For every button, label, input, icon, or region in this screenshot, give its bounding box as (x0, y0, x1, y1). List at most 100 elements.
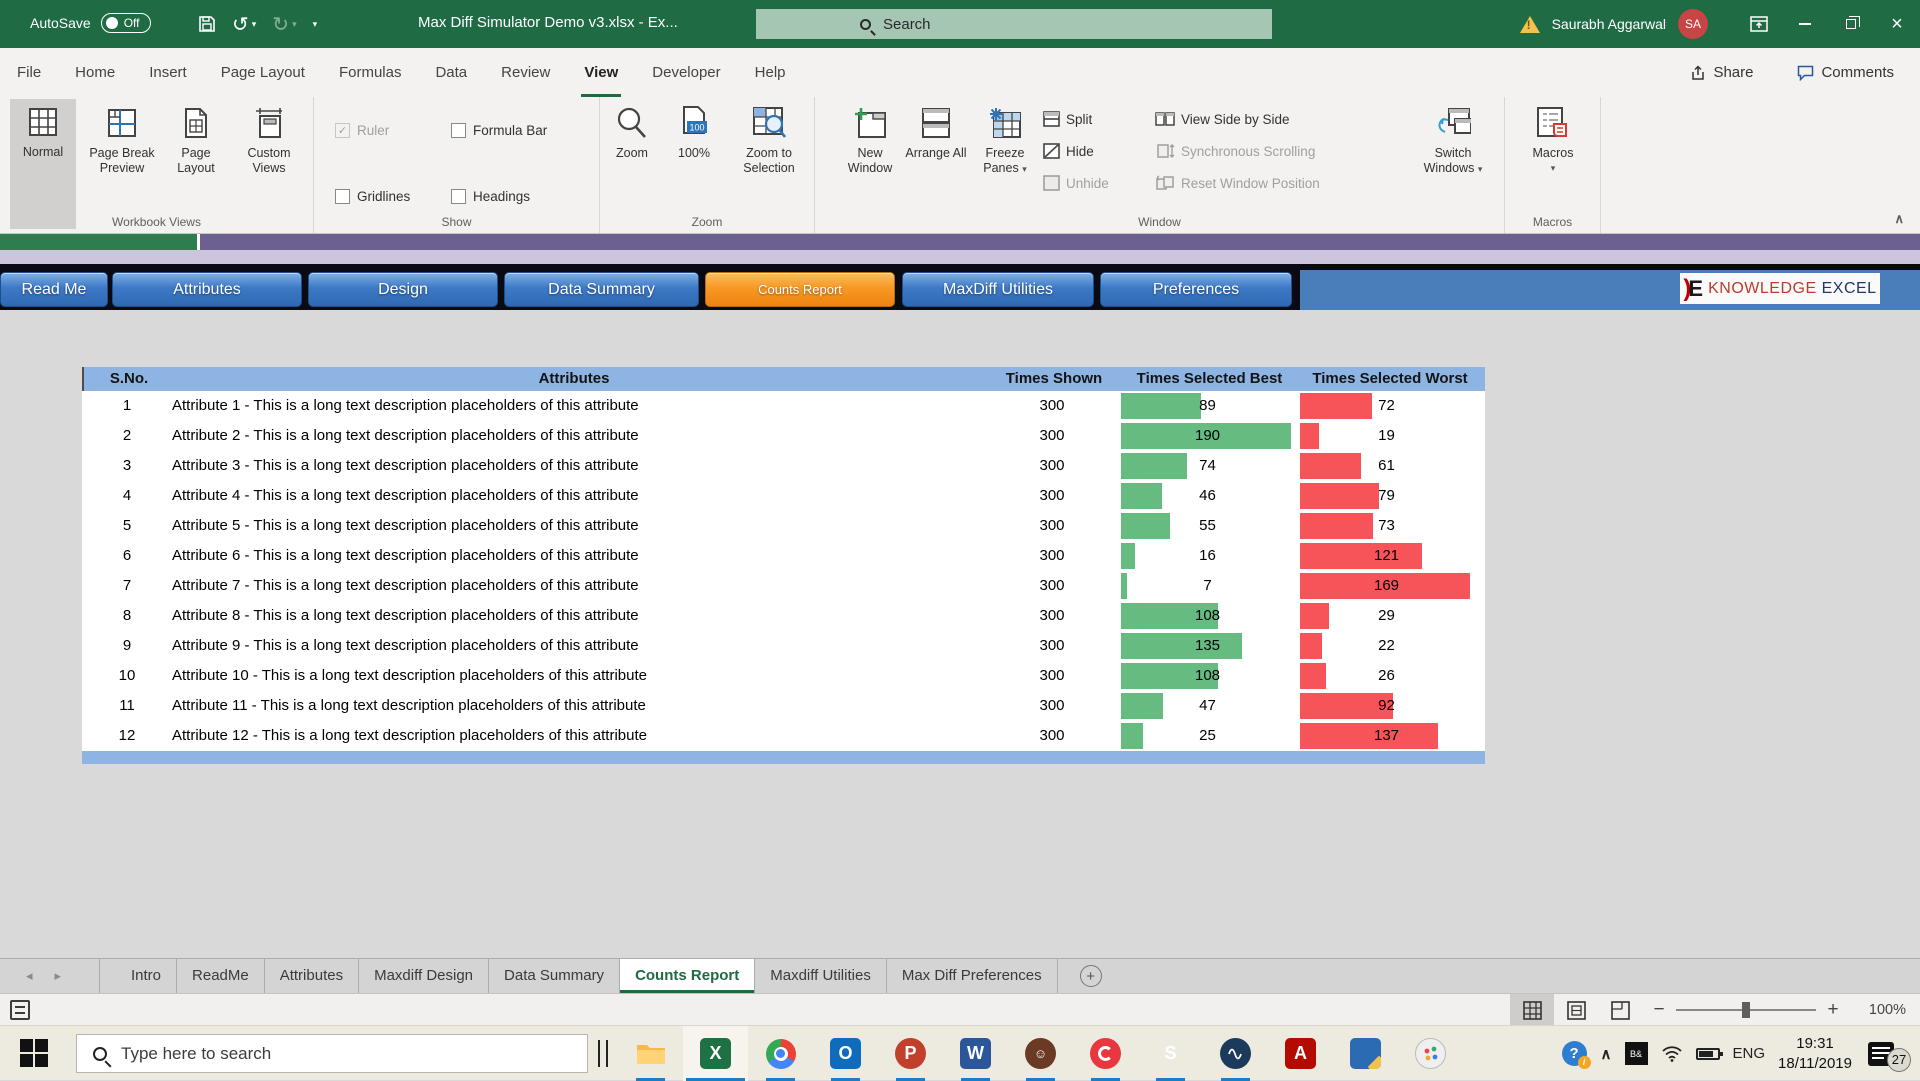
times-shown-cell[interactable]: 300 (972, 511, 1132, 541)
tab-page-layout[interactable]: Page Layout (204, 48, 322, 97)
customize-qat-button[interactable]: ▾ (313, 19, 318, 30)
times-selected-worst-cell[interactable]: 137 (1298, 721, 1475, 751)
reset-window-position-button[interactable]: Reset Window Position (1155, 171, 1320, 195)
hide-button[interactable]: Hide (1043, 139, 1094, 163)
row-number-cell[interactable]: 4 (82, 481, 172, 511)
autosave-toggle[interactable]: AutoSave Off (30, 13, 151, 33)
headings-checkbox[interactable]: Headings (451, 189, 530, 204)
tray-bo-icon[interactable]: B& (1625, 1042, 1648, 1065)
tab-formulas[interactable]: Formulas (322, 48, 419, 97)
zoom-100-button[interactable]: 100 100% (664, 100, 724, 206)
times-selected-worst-cell[interactable]: 22 (1298, 631, 1475, 661)
sheet-prev-icon[interactable]: ◂ (26, 968, 33, 984)
nav-button-maxdiff-utilities[interactable]: MaxDiff Utilities (902, 272, 1094, 307)
times-selected-best-cell[interactable]: 55 (1119, 511, 1296, 541)
row-number-cell[interactable]: 6 (82, 541, 172, 571)
row-number-cell[interactable]: 9 (82, 631, 172, 661)
save-button[interactable] (198, 15, 216, 33)
sheet-next-icon[interactable]: ▸ (55, 968, 62, 984)
sheet-tab-readme[interactable]: ReadMe (177, 959, 265, 993)
times-selected-best-cell[interactable]: 25 (1119, 721, 1296, 751)
taskbar-icon-editor-app[interactable] (1333, 1026, 1398, 1081)
row-number-cell[interactable]: 10 (82, 661, 172, 691)
times-shown-cell[interactable]: 300 (972, 391, 1132, 421)
attribute-cell[interactable]: Attribute 12 - This is a long text descr… (172, 721, 972, 751)
collapse-ribbon-icon[interactable]: ∧ (1894, 211, 1904, 227)
row-number-cell[interactable]: 11 (82, 691, 172, 721)
attribute-cell[interactable]: Attribute 7 - This is a long text descri… (172, 571, 972, 601)
times-selected-worst-cell[interactable]: 72 (1298, 391, 1475, 421)
times-shown-cell[interactable]: 300 (972, 721, 1132, 751)
taskbar-icon-powerpoint[interactable]: P (878, 1026, 943, 1081)
times-selected-worst-cell[interactable]: 169 (1298, 571, 1475, 601)
tab-help[interactable]: Help (738, 48, 803, 97)
taskbar-icon-word[interactable]: W (943, 1026, 1008, 1081)
sheet-tab-attributes[interactable]: Attributes (265, 959, 359, 993)
zoom-out-button[interactable]: − (1642, 999, 1676, 1021)
nav-button-design[interactable]: Design (308, 272, 498, 307)
times-shown-cell[interactable]: 300 (972, 571, 1132, 601)
restore-button[interactable] (1828, 0, 1874, 48)
undo-button[interactable]: ↺▾ (232, 12, 256, 37)
zoom-slider[interactable] (1676, 1009, 1816, 1011)
times-selected-worst-cell[interactable]: 26 (1298, 661, 1475, 691)
times-shown-cell[interactable]: 300 (972, 661, 1132, 691)
taskbar-icon-chrome[interactable] (748, 1026, 813, 1081)
new-window-button[interactable]: New Window (839, 100, 901, 206)
task-view-icon[interactable] (598, 1040, 608, 1067)
minimize-button[interactable] (1782, 0, 1828, 48)
table-header[interactable]: S.No. Attributes Times Shown Times Selec… (82, 367, 1485, 391)
wifi-icon[interactable] (1661, 1045, 1683, 1062)
times-selected-best-cell[interactable]: 108 (1119, 661, 1296, 691)
comments-button[interactable]: Comments (1797, 64, 1894, 81)
header-attributes[interactable]: Attributes (174, 367, 974, 391)
titlebar-search[interactable]: Search (756, 9, 1272, 39)
sheet-tab-counts-report[interactable]: Counts Report (620, 959, 755, 993)
help-icon[interactable]: ? (1562, 1041, 1587, 1066)
times-selected-best-cell[interactable]: 46 (1119, 481, 1296, 511)
row-number-cell[interactable]: 12 (82, 721, 172, 751)
times-selected-best-cell[interactable]: 190 (1119, 421, 1296, 451)
nav-button-attributes[interactable]: Attributes (112, 272, 302, 307)
switch-windows-button[interactable]: Switch Windows ▾ (1413, 100, 1493, 206)
row-number-cell[interactable]: 2 (82, 421, 172, 451)
attribute-cell[interactable]: Attribute 11 - This is a long text descr… (172, 691, 972, 721)
sheet-tab-maxdiff-utilities[interactable]: Maxdiff Utilities (755, 959, 887, 993)
times-shown-cell[interactable]: 300 (972, 631, 1132, 661)
tab-insert[interactable]: Insert (132, 48, 204, 97)
share-button[interactable]: Share (1690, 64, 1753, 81)
header-sno[interactable]: S.No. (84, 367, 174, 391)
attribute-cell[interactable]: Attribute 4 - This is a long text descri… (172, 481, 972, 511)
freeze-panes-button[interactable]: Freeze Panes ▾ (971, 100, 1039, 206)
row-number-cell[interactable]: 3 (82, 451, 172, 481)
attribute-cell[interactable]: Attribute 9 - This is a long text descri… (172, 631, 972, 661)
page-layout-status-button[interactable] (1554, 994, 1598, 1026)
ruler-checkbox[interactable]: ✓ Ruler (335, 123, 389, 138)
taskbar-icon-snagit[interactable] (1073, 1026, 1138, 1081)
zoom-to-selection-button[interactable]: Zoom to Selection (728, 100, 810, 206)
times-shown-cell[interactable]: 300 (972, 451, 1132, 481)
header-times-selected-best[interactable]: Times Selected Best (1121, 367, 1298, 391)
sheet-tab-max-diff-preferences[interactable]: Max Diff Preferences (887, 959, 1058, 993)
nav-button-preferences[interactable]: Preferences (1100, 272, 1292, 307)
times-shown-cell[interactable]: 300 (972, 421, 1132, 451)
taskbar-search[interactable]: Type here to search (76, 1034, 588, 1073)
battery-icon[interactable] (1696, 1048, 1720, 1060)
times-selected-worst-cell[interactable]: 29 (1298, 601, 1475, 631)
sheet-tab-intro[interactable]: Intro (116, 959, 177, 993)
normal-view-status-button[interactable] (1510, 994, 1554, 1026)
tab-data[interactable]: Data (418, 48, 484, 97)
times-selected-worst-cell[interactable]: 121 (1298, 541, 1475, 571)
ribbon-display-options-button[interactable] (1736, 0, 1782, 48)
times-shown-cell[interactable]: 300 (972, 601, 1132, 631)
macros-button[interactable]: Macros ▾ (1521, 100, 1585, 206)
nav-button-counts-report[interactable]: Counts Report (705, 272, 895, 307)
times-selected-best-cell[interactable]: 16 (1119, 541, 1296, 571)
times-shown-cell[interactable]: 300 (972, 481, 1132, 511)
times-selected-best-cell[interactable]: 89 (1119, 391, 1296, 421)
attribute-cell[interactable]: Attribute 1 - This is a long text descri… (172, 391, 972, 421)
zoom-in-button[interactable]: + (1816, 999, 1850, 1021)
page-layout-button[interactable]: Page Layout (164, 100, 228, 206)
attribute-cell[interactable]: Attribute 8 - This is a long text descri… (172, 601, 972, 631)
nav-button-data-summary[interactable]: Data Summary (504, 272, 699, 307)
